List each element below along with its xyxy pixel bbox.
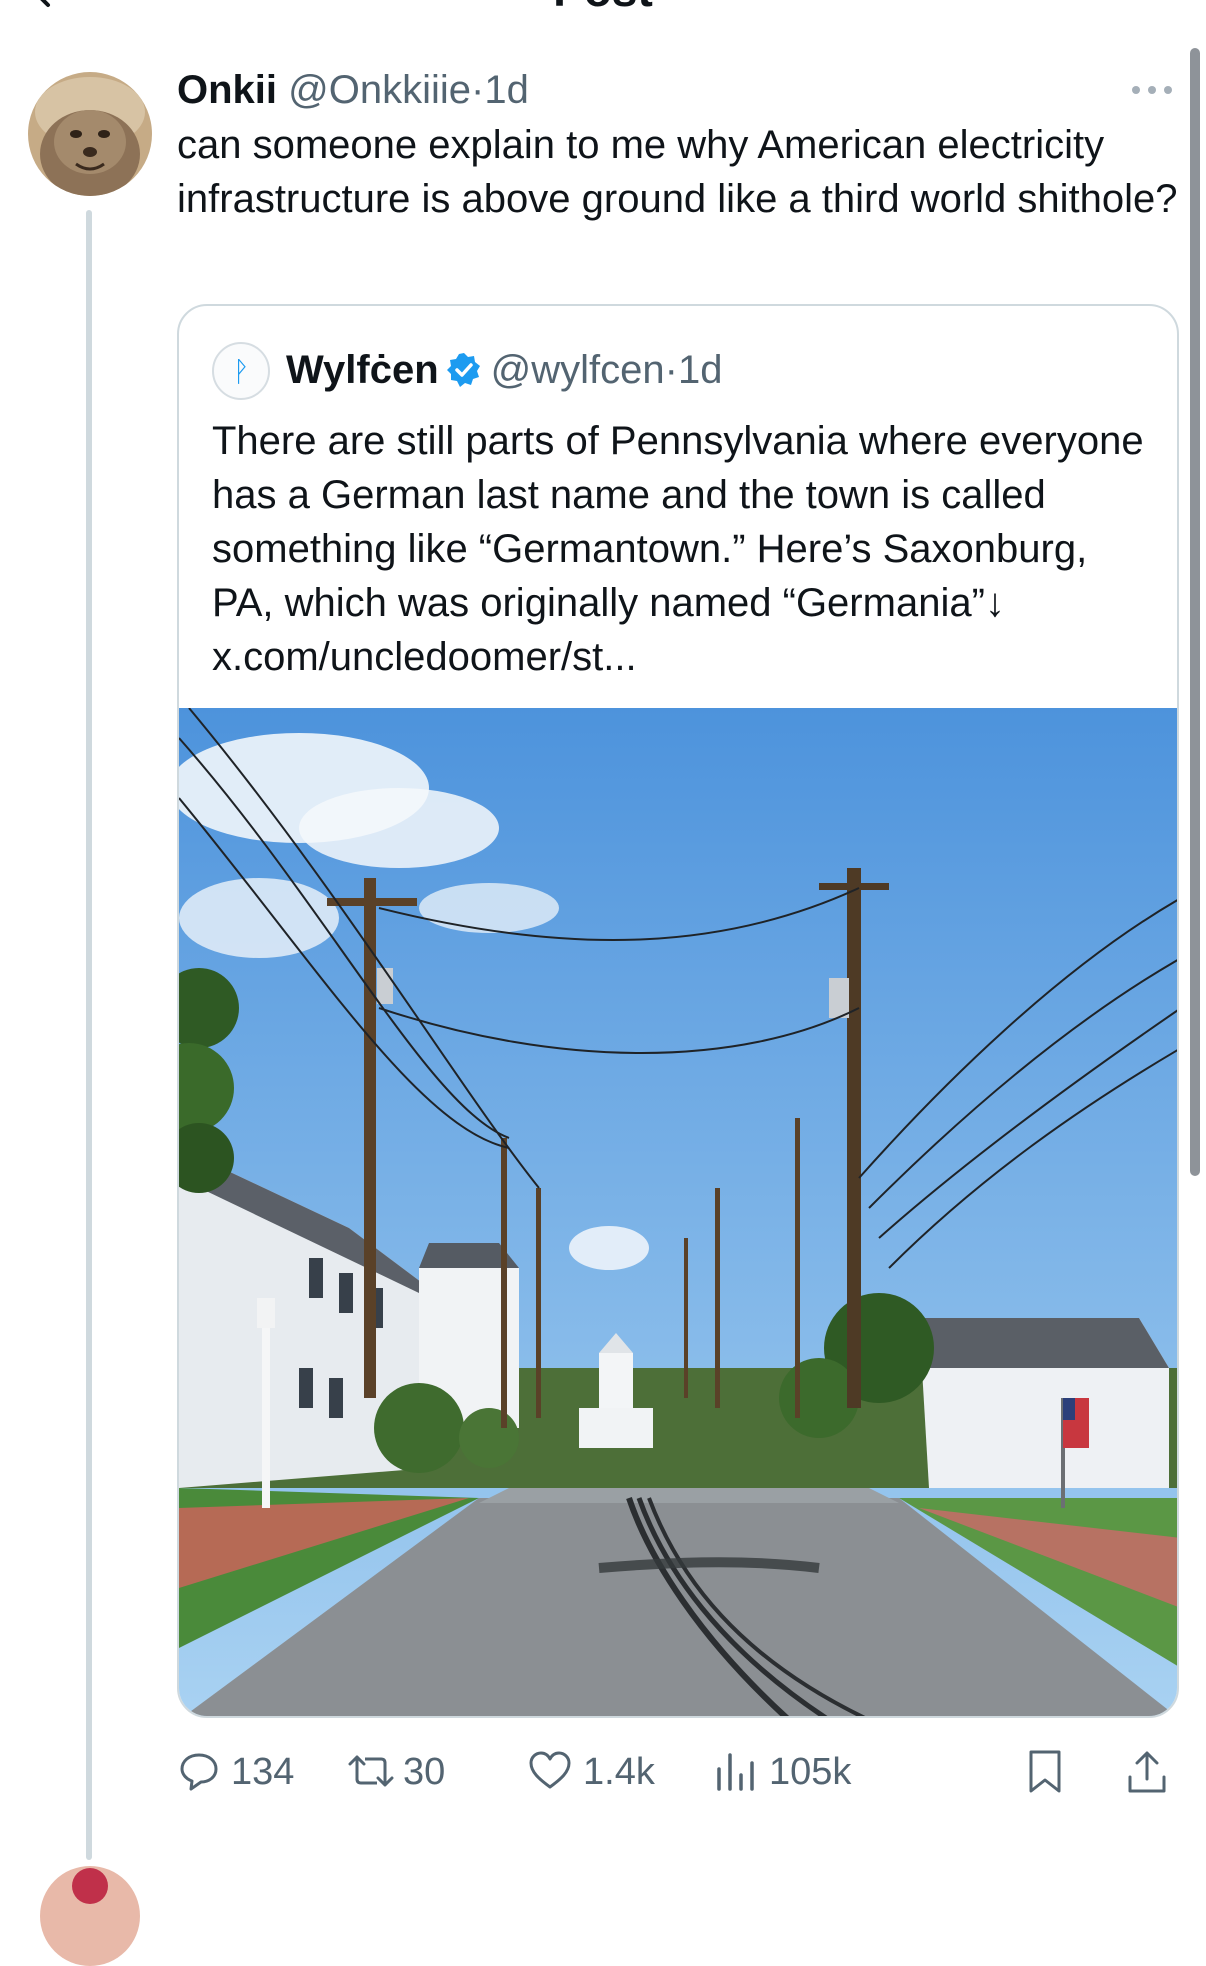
quote-text: There are still parts of Pennsylvania wh…: [212, 419, 1144, 679]
verified-badge-icon: [446, 353, 480, 387]
more-options-icon[interactable]: [1128, 78, 1176, 102]
reply-icon: [180, 1753, 218, 1791]
top-header: Post: [0, 0, 1206, 12]
repost-icon: [348, 1755, 394, 1787]
action-bar: 134 30 1.4k 105k: [177, 1742, 1177, 1802]
scrollbar[interactable]: [1190, 48, 1200, 1176]
page-title: Post: [0, 0, 1206, 12]
views-bar-chart-icon: [717, 1753, 754, 1791]
seal-avatar-icon: [28, 72, 152, 196]
separator-dot: ·: [664, 348, 678, 392]
post-time[interactable]: 1d: [484, 68, 529, 112]
rune-glyph: ᚹ: [232, 356, 250, 387]
quoted-post-card[interactable]: ᚹ Wylfċen @wylfcen·1d There are still pa…: [177, 304, 1179, 1718]
next-reply-avatar[interactable]: [40, 1866, 140, 1966]
views-button[interactable]: 105k: [713, 1742, 853, 1802]
author-name[interactable]: Onkii: [177, 68, 277, 112]
like-button[interactable]: 1.4k: [527, 1742, 667, 1802]
reply-button[interactable]: 134: [177, 1742, 297, 1802]
heart-icon: [529, 1751, 571, 1789]
thread-line: [86, 210, 92, 1860]
repost-count: 30: [403, 1751, 446, 1793]
author-handle[interactable]: @Onkkiiie: [288, 68, 471, 112]
share-button[interactable]: [1125, 1742, 1173, 1802]
reply-avatar-icon: [40, 1866, 140, 1966]
bookmark-button[interactable]: [1025, 1742, 1069, 1802]
repost-button[interactable]: 30: [347, 1742, 467, 1802]
views-count: 105k: [769, 1751, 852, 1793]
separator-dot: ·: [471, 68, 485, 112]
like-count: 1.4k: [583, 1751, 655, 1793]
quote-avatar[interactable]: ᚹ: [212, 342, 270, 400]
quote-author-handle[interactable]: @wylfcen: [491, 348, 665, 392]
quote-author-name[interactable]: Wylfċen: [286, 348, 439, 392]
quote-header: Wylfċen @wylfcen·1d: [286, 344, 722, 396]
tweet-header: Onkii @Onkkiiie·1d: [177, 66, 529, 114]
reply-count: 134: [231, 1751, 295, 1793]
avatar[interactable]: [28, 72, 152, 196]
share-upload-icon: [1128, 1751, 1166, 1793]
quote-time[interactable]: 1d: [678, 348, 723, 392]
bookmark-icon: [1029, 1750, 1061, 1793]
tweet-text: can someone explain to me why American e…: [177, 123, 1178, 221]
street-photo[interactable]: [179, 708, 1179, 1718]
